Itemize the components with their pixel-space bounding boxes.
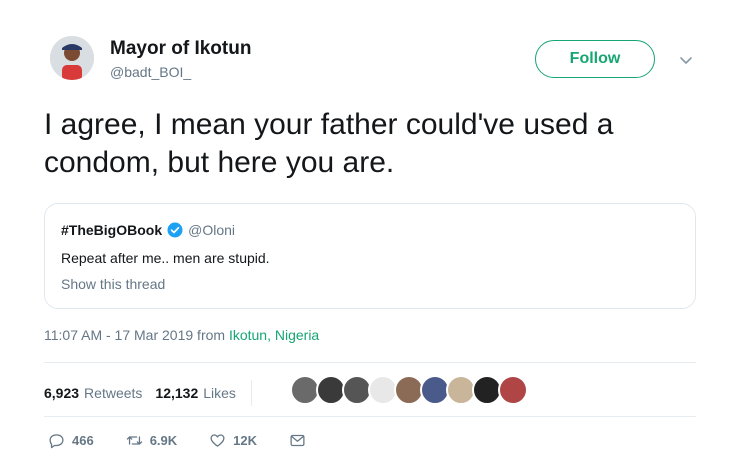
- likes-count: 12,132: [155, 385, 199, 401]
- retweet-button[interactable]: 6.9K: [126, 432, 177, 449]
- author-avatar[interactable]: [50, 36, 94, 80]
- divider: [44, 416, 696, 417]
- tweet-location[interactable]: Ikotun, Nigeria: [229, 327, 319, 343]
- direct-message-button[interactable]: [289, 432, 306, 449]
- quoted-tweet-header: #TheBigOBook @Oloni: [61, 222, 235, 238]
- divider: [250, 380, 252, 406]
- quoted-author-name: #TheBigOBook: [61, 222, 163, 238]
- tweet-text: I agree, I mean your father could've use…: [44, 108, 614, 179]
- retweet-icon: [126, 436, 142, 445]
- like-count: 12K: [233, 433, 258, 448]
- show-thread-link[interactable]: Show this thread: [61, 276, 165, 292]
- retweets-count: 6,923: [44, 385, 80, 401]
- like-icon: [210, 434, 225, 447]
- reply-icon: [49, 434, 64, 449]
- retweets-stat[interactable]: 6,923 Retweets: [44, 385, 142, 401]
- author-handle[interactable]: @badt_BOI_: [110, 64, 191, 80]
- retweet-count: 6.9K: [149, 433, 178, 448]
- tweet-timestamp: 11:07 AM - 17 Mar 2019 from Ikotun, Nige…: [44, 327, 319, 343]
- likes-stat[interactable]: 12,132 Likes: [155, 385, 236, 401]
- divider: [44, 362, 696, 363]
- reply-button[interactable]: 466: [48, 432, 94, 449]
- engagement-stats: 6,923 Retweets 12,132 Likes: [44, 380, 264, 406]
- quoted-author-handle: @Oloni: [188, 222, 236, 238]
- follow-button[interactable]: Follow: [535, 40, 655, 78]
- chevron-down-icon[interactable]: [678, 52, 694, 68]
- liker-avatar[interactable]: [498, 375, 528, 405]
- message-icon: [290, 434, 305, 447]
- tweet-actions: 466 6.9K 12K: [48, 432, 338, 449]
- quoted-tweet-text: Repeat after me.. men are stupid.: [61, 250, 270, 266]
- likes-label: Likes: [203, 385, 236, 401]
- like-button[interactable]: 12K: [209, 432, 257, 449]
- quoted-tweet-card[interactable]: #TheBigOBook @Oloni Repeat after me.. me…: [44, 203, 696, 309]
- verified-badge-icon: [167, 222, 183, 238]
- author-display-name[interactable]: Mayor of Ikotun: [110, 38, 251, 60]
- retweets-label: Retweets: [84, 385, 143, 401]
- reply-count: 466: [72, 433, 94, 448]
- tweet-time-date[interactable]: 11:07 AM - 17 Mar 2019 from: [44, 327, 229, 343]
- likers-avatar-list: [290, 375, 528, 405]
